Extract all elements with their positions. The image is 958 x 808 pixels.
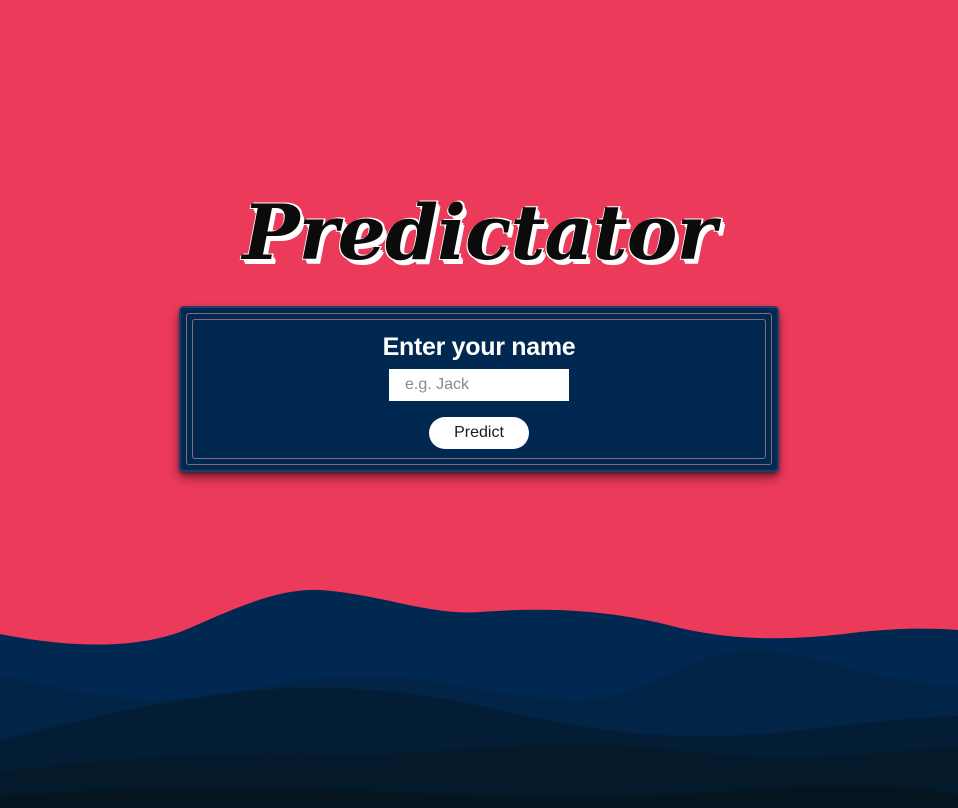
name-form-card: Enter your name Predict: [179, 306, 779, 472]
app-title: Predictator: [242, 188, 716, 277]
predict-button[interactable]: Predict: [429, 417, 529, 449]
name-input[interactable]: [389, 369, 569, 401]
form-heading: Enter your name: [382, 333, 576, 361]
